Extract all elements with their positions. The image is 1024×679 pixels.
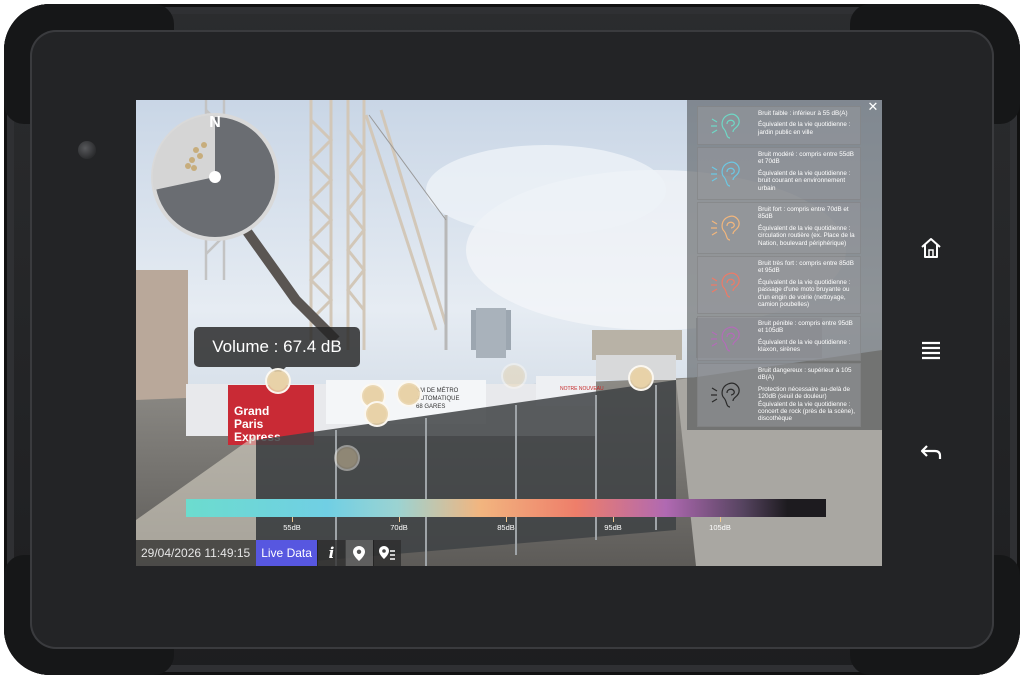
menu-icon [922, 341, 940, 360]
noise-marker[interactable] [501, 363, 527, 389]
pin-list-icon [379, 545, 396, 560]
scale-tick-label: 85dB [497, 523, 515, 532]
compass-widget[interactable]: N [148, 110, 282, 244]
info-icon: i [328, 544, 335, 562]
live-data-button[interactable]: Live Data [256, 540, 317, 566]
noise-marker[interactable] [265, 368, 291, 394]
noise-marker[interactable] [364, 401, 390, 427]
map-pin-button[interactable] [344, 540, 373, 566]
scale-tick-label: 70dB [390, 523, 408, 532]
bottom-toolbar: 29/04/2026 11:49:15 Live Data i [136, 540, 401, 566]
scale-tick [613, 517, 614, 522]
legend-item: Bruit faible : inférieur à 55 dB(A) Équiv… [697, 106, 861, 145]
db-color-scale [186, 499, 826, 517]
scale-tick [720, 517, 721, 522]
noise-marker[interactable] [396, 381, 422, 407]
legend-close-button[interactable]: ✕ [866, 100, 880, 114]
sign-grand-paris: Grand [234, 404, 269, 418]
ear-icon [698, 107, 756, 144]
ear-icon [698, 203, 756, 253]
legend-item: Bruit modéré : compris entre 55dB et 70d… [697, 147, 861, 200]
ear-icon [698, 364, 756, 426]
legend-range: Bruit dangereux : supérieur à 105 dB(A) [758, 367, 852, 382]
volume-tooltip: Volume : 67.4 dB [194, 327, 360, 375]
sign-notre-nouveau: NOTRE NOUVEAU [560, 386, 604, 392]
sign-grand-paris: Paris [234, 417, 264, 431]
menu-button[interactable] [916, 335, 946, 365]
legend-range: Bruit faible : inférieur à 55 dB(A) [758, 110, 848, 117]
app-screen: Grand Paris Express KM DE MÉTRO AUTOMATI… [136, 100, 882, 566]
ear-icon [698, 317, 756, 360]
noise-marker[interactable] [334, 445, 360, 471]
legend-range: Bruit fort : compris entre 70dB et 85dB [758, 206, 849, 221]
front-camera [78, 141, 96, 159]
timestamp: 29/04/2026 11:49:15 [136, 540, 257, 566]
sign-metro: KM DE MÉTRO [416, 387, 459, 394]
ear-icon [698, 148, 756, 199]
ear-icon [698, 257, 756, 313]
legend-item: Bruit dangereux : supérieur à 105 dB(A) P… [697, 363, 861, 427]
legend-item: Bruit pénible : compris entre 95dB et 10… [697, 316, 861, 361]
legend-item: Bruit très fort : compris entre 85dB et … [697, 256, 861, 314]
back-button[interactable] [916, 437, 946, 467]
scale-tick [506, 517, 507, 522]
legend-description: Équivalent de la vie quotidienne : klaxo… [758, 338, 851, 354]
pin-list-button[interactable] [372, 540, 401, 566]
legend-description: Équivalent de la vie quotidienne : jardi… [758, 121, 851, 136]
compass-north: N [209, 114, 221, 131]
sign-metro: 68 GARES [416, 404, 445, 410]
scale-tick-label: 55dB [283, 523, 301, 532]
close-icon: ✕ [867, 100, 879, 114]
legend-description: Protection nécessaire au-delà de 120dB (… [758, 385, 855, 423]
noise-marker[interactable] [628, 365, 654, 391]
legend-description: Équivalent de la vie quotidienne : passa… [758, 278, 851, 309]
noise-legend-panel: ✕ Bruit faible : inférieur à 55 dB(A) Équ… [687, 100, 882, 430]
volume-value: Volume : 67.4 dB [212, 337, 342, 356]
map-pin-icon [353, 545, 366, 561]
legend-item: Bruit fort : compris entre 70dB et 85dB É… [697, 202, 861, 254]
legend-description: Équivalent de la vie quotidienne : bruit… [758, 169, 851, 192]
legend-range: Bruit très fort : compris entre 85dB et … [758, 260, 854, 275]
legend-list: Bruit faible : inférieur à 55 dB(A) Équiv… [697, 106, 861, 429]
scale-tick-label: 105dB [709, 523, 731, 532]
back-icon [920, 445, 942, 459]
info-button[interactable]: i [316, 540, 345, 566]
legend-description: Équivalent de la vie quotidienne : circu… [758, 224, 855, 247]
scale-tick [399, 517, 400, 522]
scale-tick [292, 517, 293, 522]
scale-tick-label: 95dB [604, 523, 622, 532]
home-button[interactable] [916, 233, 946, 263]
legend-range: Bruit modéré : compris entre 55dB et 70d… [758, 151, 854, 166]
home-icon [921, 238, 941, 258]
legend-range: Bruit pénible : compris entre 95dB et 10… [758, 320, 853, 335]
sign-metro: AUTOMATIQUE [416, 396, 459, 402]
